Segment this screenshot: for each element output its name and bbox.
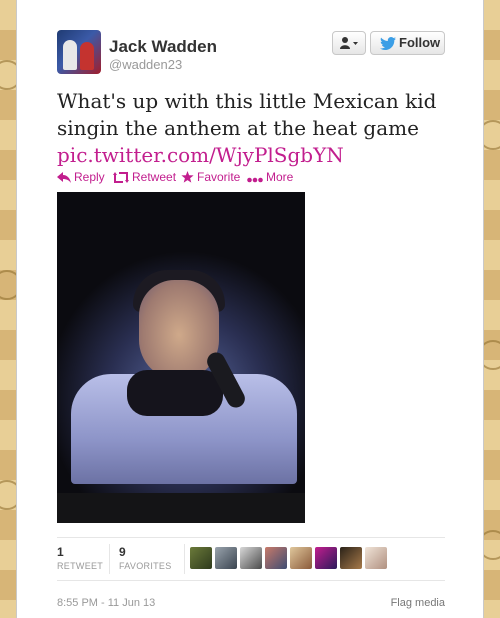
star-icon [181, 171, 194, 183]
photo-tv-bezel [57, 493, 305, 523]
chevron-down-icon [353, 42, 358, 45]
reply-action[interactable]: Reply [57, 170, 105, 184]
photo-bow-tie [127, 370, 223, 416]
follow-button-label: Follow [399, 35, 441, 50]
retweet-action[interactable]: Retweet [113, 170, 176, 184]
tweet-stats: 1 RETWEET 9 FAVORITES [57, 537, 445, 581]
tweet-body: What's up with this little Mexican kid s… [57, 89, 437, 140]
twitter-bird-icon [380, 37, 396, 50]
retweet-count: 1 [57, 545, 64, 559]
user-menu-button[interactable] [332, 31, 366, 55]
favorite-label: Favorite [197, 170, 241, 184]
favoriter-avatar[interactable] [215, 547, 237, 569]
favoriter-avatar[interactable] [290, 547, 312, 569]
favoriter-avatar[interactable] [315, 547, 337, 569]
tweet-card: Jack Wadden @wadden23 Follow What's up w… [16, 0, 484, 618]
reply-icon [57, 172, 71, 183]
tweet-timestamp[interactable]: 8:55 PM - 11 Jun 13 [57, 597, 155, 609]
background-right [484, 0, 500, 618]
favorites-stat[interactable]: 9 FAVORITES [119, 545, 172, 571]
more-action[interactable]: More [247, 170, 293, 184]
favorite-action[interactable]: Favorite [181, 170, 240, 184]
avatar[interactable] [57, 30, 101, 74]
retweet-label: Retweet [132, 170, 177, 184]
favoriter-avatar[interactable] [365, 547, 387, 569]
tweet-text: What's up with this little Mexican kid s… [57, 88, 457, 169]
avatar-person [63, 40, 77, 70]
user-icon [340, 37, 358, 49]
avatar-person [80, 42, 94, 70]
favoriter-avatar[interactable] [340, 547, 362, 569]
stat-divider [184, 544, 185, 574]
retweet-icon [113, 172, 129, 183]
tweet-media-link[interactable]: pic.twitter.com/WjyPlSgbYN [57, 143, 344, 167]
favorites-count: 9 [119, 545, 126, 559]
more-label: More [266, 170, 294, 184]
favorites-count-label: FAVORITES [119, 561, 172, 571]
more-icon [247, 177, 263, 183]
follow-button[interactable]: Follow [370, 31, 445, 55]
background-left [0, 0, 16, 618]
author-handle[interactable]: @wadden23 [109, 57, 182, 72]
favoriter-avatar[interactable] [190, 547, 212, 569]
tweet-photo[interactable] [57, 192, 305, 523]
retweet-count-label: RETWEET [57, 561, 104, 571]
reply-label: Reply [74, 170, 105, 184]
retweet-stat[interactable]: 1 RETWEET [57, 545, 103, 571]
flag-media-link[interactable]: Flag media [391, 597, 445, 609]
favoriter-avatar[interactable] [265, 547, 287, 569]
stat-divider [109, 544, 110, 574]
favoriter-avatar[interactable] [240, 547, 262, 569]
author-name[interactable]: Jack Wadden [109, 37, 217, 57]
